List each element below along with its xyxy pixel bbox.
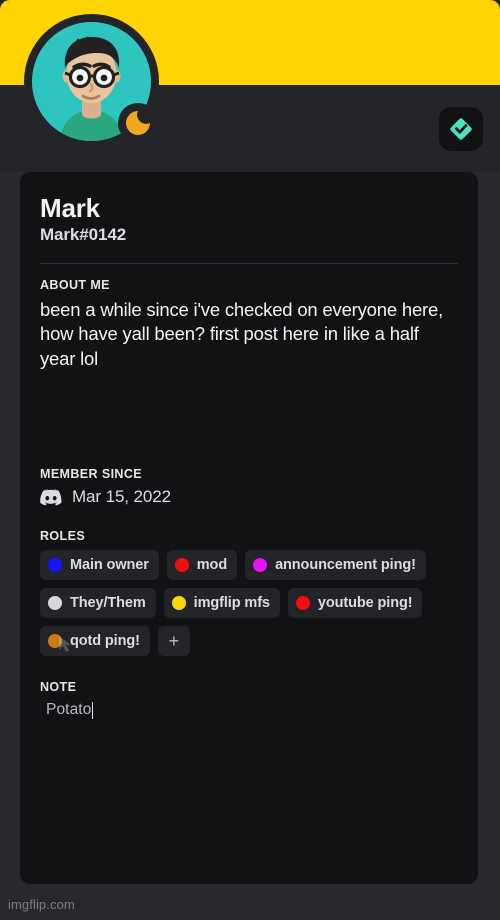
role-pill[interactable]: announcement ping! bbox=[245, 550, 426, 581]
role-label: qotd ping! bbox=[70, 633, 140, 650]
role-label: mod bbox=[196, 557, 228, 574]
role-label: They/Them bbox=[70, 595, 146, 612]
role-pill[interactable]: qotd ping! bbox=[40, 626, 150, 657]
status-idle-icon bbox=[118, 103, 158, 143]
role-pill[interactable]: Main owner bbox=[40, 550, 159, 581]
note-block: NOTE Potato bbox=[40, 680, 458, 719]
discord-logo-icon bbox=[40, 489, 62, 506]
note-title: NOTE bbox=[40, 680, 77, 695]
text-caret bbox=[92, 701, 94, 719]
role-label: announcement ping! bbox=[275, 557, 416, 574]
roles-title: ROLES bbox=[40, 529, 86, 544]
note-value: Potato bbox=[46, 701, 92, 719]
role-color-dot bbox=[174, 558, 189, 573]
verified-diamond-icon bbox=[450, 118, 472, 140]
role-color-dot bbox=[171, 596, 186, 611]
role-label: imgflip mfs bbox=[193, 595, 270, 612]
role-pill[interactable]: mod bbox=[166, 550, 238, 581]
role-color-dot bbox=[253, 558, 268, 573]
role-color-dot bbox=[295, 596, 310, 611]
user-tag: Mark#0142 bbox=[40, 224, 127, 244]
card-divider bbox=[40, 262, 458, 264]
member-since-date: Mar 15, 2022 bbox=[72, 487, 171, 507]
member-since-block: MEMBER SINCE Mar 15, 2022 bbox=[40, 467, 458, 507]
roles-list: Main owner mod announcement ping! They/T… bbox=[40, 550, 458, 657]
role-pill[interactable]: They/Them bbox=[40, 588, 156, 619]
role-label: Main owner bbox=[70, 557, 149, 574]
note-input[interactable]: Potato bbox=[40, 701, 458, 719]
display-name: Mark bbox=[40, 193, 100, 223]
mouse-cursor-icon bbox=[59, 636, 71, 652]
about-me-block: ABOUT ME been a while since i've checked… bbox=[40, 278, 458, 372]
role-pill[interactable]: youtube ping! bbox=[287, 588, 423, 619]
imgflip-watermark: imgflip.com bbox=[8, 897, 75, 912]
add-role-button[interactable]: + bbox=[157, 626, 190, 657]
roles-block: ROLES Main owner mod announcement ping! … bbox=[40, 529, 458, 657]
role-color-dot bbox=[48, 596, 62, 611]
profile-card: Mark Mark#0142 ABOUT ME been a while sin… bbox=[20, 172, 478, 884]
about-me-title: ABOUT ME bbox=[40, 277, 110, 292]
role-pill[interactable]: imgflip mfs bbox=[163, 588, 280, 619]
member-since-title: MEMBER SINCE bbox=[40, 467, 143, 482]
role-color-dot bbox=[48, 558, 62, 573]
avatar[interactable] bbox=[24, 14, 159, 149]
role-label: youtube ping! bbox=[317, 595, 413, 612]
about-me-text: been a while since i've checked on every… bbox=[40, 298, 444, 369]
verified-badge-button[interactable] bbox=[439, 107, 483, 151]
